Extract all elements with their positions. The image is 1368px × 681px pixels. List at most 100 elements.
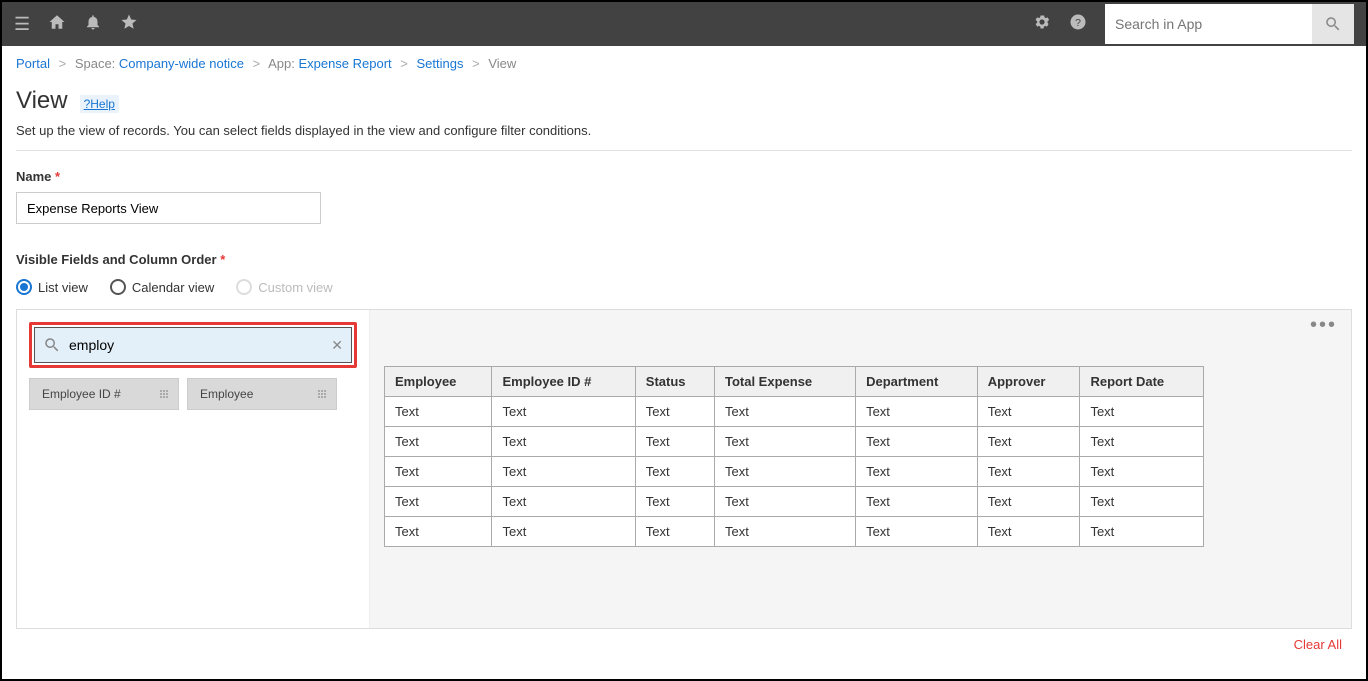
breadcrumb-settings[interactable]: Settings [417, 56, 464, 71]
table-header[interactable]: Department [856, 367, 978, 397]
more-icon[interactable]: ••• [1310, 314, 1337, 337]
gear-icon[interactable] [1033, 13, 1051, 36]
radio-calendar-view[interactable]: Calendar view [110, 279, 214, 295]
breadcrumb-current: View [488, 56, 516, 71]
table-cell: Text [492, 427, 635, 457]
field-chip[interactable]: Employee [187, 378, 337, 410]
topbar-right: ? [1033, 4, 1354, 44]
topbar-left: ☰ [14, 13, 138, 36]
table-cell: Text [635, 487, 714, 517]
bell-icon[interactable] [84, 13, 102, 36]
grip-icon [318, 390, 326, 398]
table-cell: Text [977, 487, 1080, 517]
table-cell: Text [385, 427, 492, 457]
fields-left: ✕ Employee ID #Employee [17, 310, 369, 628]
content: View ?Help Set up the view of records. Y… [2, 81, 1366, 658]
table-body: TextTextTextTextTextTextTextTextTextText… [385, 397, 1204, 547]
table-cell: Text [977, 457, 1080, 487]
table-cell: Text [714, 397, 855, 427]
table-cell: Text [977, 517, 1080, 547]
svg-text:?: ? [1075, 16, 1081, 28]
fields-label: Visible Fields and Column Order * [16, 252, 1352, 267]
home-icon[interactable] [48, 13, 66, 36]
page-description: Set up the view of records. You can sele… [16, 123, 1352, 138]
table-cell: Text [385, 397, 492, 427]
table-cell: Text [385, 517, 492, 547]
breadcrumb-space[interactable]: Company-wide notice [119, 56, 244, 71]
radio-label: Custom view [258, 280, 332, 295]
page-title-row: View ?Help [16, 87, 1352, 115]
global-search-input[interactable] [1105, 4, 1312, 44]
view-type-radios: List view Calendar view Custom view [16, 279, 1352, 295]
global-search-button[interactable] [1312, 4, 1354, 44]
breadcrumb-app[interactable]: Expense Report [298, 56, 391, 71]
table-cell: Text [714, 517, 855, 547]
required-mark: * [55, 169, 60, 184]
table-row: TextTextTextTextTextTextText [385, 487, 1204, 517]
breadcrumb-sep: > [400, 56, 408, 71]
table-cell: Text [635, 457, 714, 487]
table-header[interactable]: Total Expense [714, 367, 855, 397]
table-cell: Text [714, 427, 855, 457]
divider [16, 150, 1352, 151]
table-cell: Text [977, 397, 1080, 427]
help-link[interactable]: ?Help [80, 95, 119, 113]
table-cell: Text [1080, 457, 1204, 487]
breadcrumb: Portal > Space: Company-wide notice > Ap… [2, 46, 1366, 81]
table-cell: Text [492, 457, 635, 487]
table-cell: Text [492, 397, 635, 427]
breadcrumb-space-label: Space: [75, 56, 115, 71]
topbar: ☰ ? [2, 2, 1366, 46]
radio-label: List view [38, 280, 88, 295]
table-cell: Text [856, 457, 978, 487]
grip-icon [160, 390, 168, 398]
table-cell: Text [635, 397, 714, 427]
view-name-input[interactable] [16, 192, 321, 224]
table-cell: Text [1080, 517, 1204, 547]
breadcrumb-app-label: App: [268, 56, 295, 71]
table-row: TextTextTextTextTextTextText [385, 427, 1204, 457]
table-cell: Text [977, 427, 1080, 457]
radio-label: Calendar view [132, 280, 214, 295]
clear-icon[interactable]: ✕ [331, 337, 343, 354]
breadcrumb-sep: > [472, 56, 480, 71]
table-cell: Text [1080, 397, 1204, 427]
table-header[interactable]: Report Date [1080, 367, 1204, 397]
table-cell: Text [492, 487, 635, 517]
table-cell: Text [714, 487, 855, 517]
table-cell: Text [385, 487, 492, 517]
field-chips: Employee ID #Employee [29, 378, 357, 410]
table-header[interactable]: Approver [977, 367, 1080, 397]
table-row: TextTextTextTextTextTextText [385, 517, 1204, 547]
table-header[interactable]: Employee [385, 367, 492, 397]
clear-all-link[interactable]: Clear All [1294, 637, 1342, 652]
field-search: ✕ [34, 327, 352, 363]
field-search-highlight: ✕ [29, 322, 357, 368]
help-icon[interactable]: ? [1069, 13, 1087, 36]
radio-icon [16, 279, 32, 295]
table-cell: Text [492, 517, 635, 547]
star-icon[interactable] [120, 13, 138, 36]
menu-icon[interactable]: ☰ [14, 14, 30, 35]
table-row: TextTextTextTextTextTextText [385, 457, 1204, 487]
table-row: TextTextTextTextTextTextText [385, 397, 1204, 427]
breadcrumb-sep: > [59, 56, 67, 71]
table-cell: Text [856, 517, 978, 547]
table-header[interactable]: Status [635, 367, 714, 397]
name-label: Name * [16, 169, 1352, 184]
table-header[interactable]: Employee ID # [492, 367, 635, 397]
radio-icon [110, 279, 126, 295]
table-cell: Text [635, 427, 714, 457]
table-cell: Text [856, 397, 978, 427]
search-icon [43, 336, 61, 354]
radio-custom-view: Custom view [236, 279, 332, 295]
field-search-input[interactable] [69, 337, 331, 353]
table-cell: Text [635, 517, 714, 547]
breadcrumb-portal[interactable]: Portal [16, 56, 50, 71]
radio-icon [236, 279, 252, 295]
required-mark: * [220, 252, 225, 267]
table-header-row: EmployeeEmployee ID #StatusTotal Expense… [385, 367, 1204, 397]
radio-list-view[interactable]: List view [16, 279, 88, 295]
field-chip[interactable]: Employee ID # [29, 378, 179, 410]
fields-panel: ✕ Employee ID #Employee ••• EmployeeEmpl… [16, 309, 1352, 629]
